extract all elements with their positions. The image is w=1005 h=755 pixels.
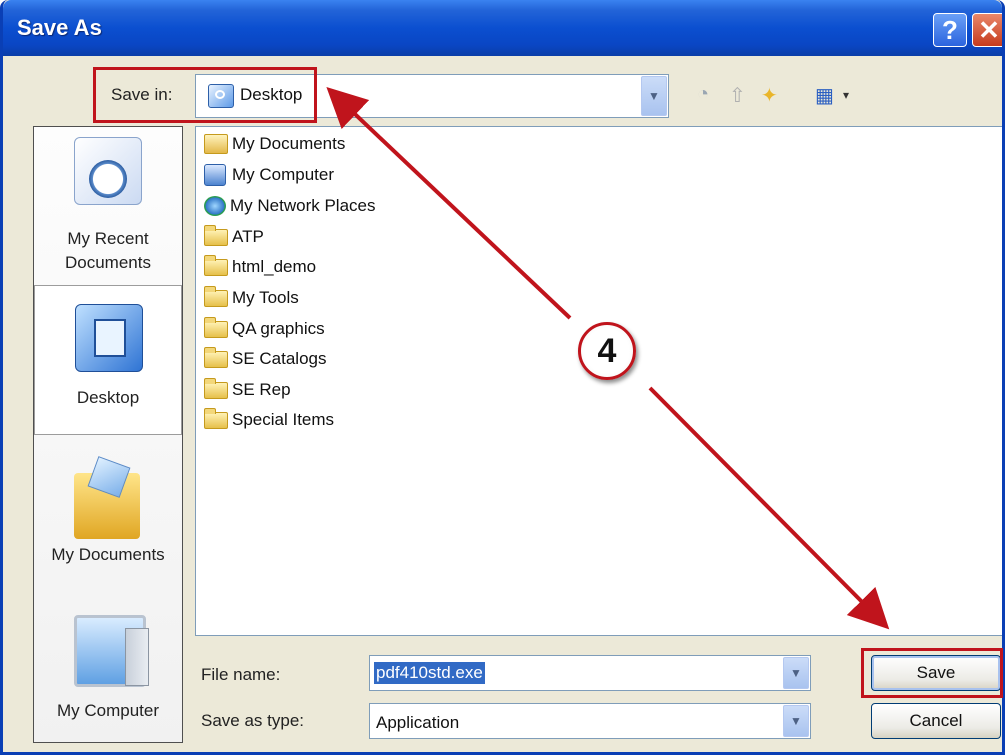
file-name: QA graphics bbox=[232, 319, 325, 338]
views-menu-icon[interactable]: ▦ bbox=[815, 83, 834, 108]
folder-icon bbox=[204, 377, 228, 399]
my-documents-icon bbox=[204, 134, 228, 154]
folder-icon bbox=[204, 316, 228, 338]
back-icon[interactable]: ◔ bbox=[697, 83, 709, 106]
chevron-down-icon[interactable]: ▼ bbox=[783, 705, 809, 737]
list-item[interactable]: SE Rep bbox=[204, 377, 291, 403]
save-as-type-value: Application bbox=[376, 713, 460, 732]
save-button-highlight-box bbox=[861, 648, 1003, 698]
save-as-type-dropdown[interactable]: Application ▼ bbox=[369, 703, 811, 739]
my-computer-icon bbox=[204, 164, 226, 186]
place-my-recent-documents[interactable]: My Recent Documents bbox=[34, 127, 182, 277]
help-button[interactable]: ? bbox=[933, 13, 967, 47]
file-name: My Documents bbox=[232, 134, 346, 153]
list-item[interactable]: ATP bbox=[204, 224, 264, 250]
list-item[interactable]: My Documents bbox=[204, 131, 345, 157]
file-name-field[interactable]: pdf410std.exe ▼ bbox=[369, 655, 811, 691]
cancel-button[interactable]: Cancel bbox=[871, 703, 1001, 739]
folder-icon bbox=[204, 224, 228, 246]
file-name: html_demo bbox=[232, 257, 317, 276]
recent-documents-icon bbox=[74, 137, 142, 205]
list-item[interactable]: SE Catalogs bbox=[204, 346, 327, 372]
places-bar: My Recent Documents Desktop My Documents… bbox=[33, 126, 183, 743]
list-item[interactable]: My Computer bbox=[204, 162, 334, 188]
list-item[interactable]: Special Items bbox=[204, 407, 334, 433]
new-folder-icon[interactable]: ✦ bbox=[761, 83, 778, 108]
list-item[interactable]: My Network Places bbox=[204, 193, 375, 219]
folder-icon bbox=[204, 346, 228, 368]
list-item[interactable]: QA graphics bbox=[204, 316, 325, 342]
place-label: My Recent Documents bbox=[65, 229, 151, 272]
file-name: My Tools bbox=[232, 288, 299, 307]
file-name: My Computer bbox=[232, 165, 335, 184]
file-name: ATP bbox=[232, 227, 264, 246]
file-name: SE Catalogs bbox=[232, 349, 327, 368]
list-item[interactable]: My Tools bbox=[204, 285, 299, 311]
file-name: My Network Places bbox=[230, 196, 376, 215]
place-my-computer[interactable]: My Computer bbox=[34, 599, 182, 749]
place-label: My Computer bbox=[56, 701, 160, 720]
views-dropdown-arrow-icon[interactable]: ▾ bbox=[843, 88, 849, 102]
title-bar: Save As ? ✕ bbox=[3, 0, 1002, 56]
dialog-title: Save As bbox=[17, 15, 102, 40]
folder-icon bbox=[204, 285, 228, 307]
place-my-documents[interactable]: My Documents bbox=[34, 443, 182, 593]
desktop-icon bbox=[75, 304, 143, 372]
file-name-label: File name: bbox=[201, 665, 281, 684]
network-places-icon bbox=[204, 196, 226, 216]
folder-icon bbox=[204, 407, 228, 429]
my-computer-icon bbox=[74, 615, 149, 687]
chevron-down-icon[interactable]: ▼ bbox=[641, 76, 667, 116]
place-label: Desktop bbox=[76, 388, 140, 407]
close-button[interactable]: ✕ bbox=[972, 13, 1002, 47]
up-folder-icon[interactable]: ⇧ bbox=[729, 83, 746, 108]
file-name: SE Rep bbox=[232, 380, 291, 399]
file-list[interactable]: My Documents My Computer My Network Plac… bbox=[195, 126, 1002, 636]
place-desktop[interactable]: Desktop bbox=[34, 285, 182, 435]
save-as-type-label: Save as type: bbox=[201, 711, 305, 730]
list-item[interactable]: html_demo bbox=[204, 254, 316, 280]
step-number-badge: 4 bbox=[578, 322, 636, 380]
file-name: Special Items bbox=[232, 410, 335, 429]
chevron-down-icon[interactable]: ▼ bbox=[783, 657, 809, 689]
save-in-highlight-box bbox=[93, 67, 317, 123]
my-documents-icon bbox=[74, 473, 140, 539]
place-label: My Documents bbox=[51, 545, 165, 564]
folder-icon bbox=[204, 254, 228, 276]
file-name-value[interactable]: pdf410std.exe bbox=[374, 662, 485, 684]
